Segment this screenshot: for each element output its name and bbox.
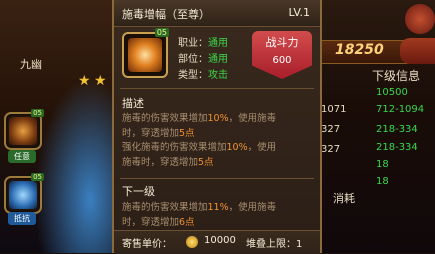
stat-value-left: 327 [321,144,341,155]
power-score: 18250 [335,42,384,58]
star-icon: ★ [78,73,91,89]
skill-slot-1[interactable]: 05 [4,109,44,150]
skill-slot-label: 抵抗 [8,212,36,225]
skill-level: LV.1 [288,6,310,19]
desc-text: 施毒的伤害效果增加 [122,113,208,124]
skill-level-badge: 05 [31,173,44,181]
attr-value: 通用 [208,38,228,49]
skill-icon-large: 05 [122,28,169,78]
skill-tooltip: 施毒增幅（至尊） LV.1 05 职业：通用 部位：通用 类型：攻击 战斗力 6… [112,0,322,254]
corner-decoration [405,4,435,34]
attr-type: 类型：攻击 [178,66,228,81]
poison-skill-icon [128,38,162,72]
price-label: 寄售单价： [122,239,172,250]
desc-text: 强化施毒的伤害效果增加 [122,142,227,153]
next-stat-value: 218-334 [376,142,418,153]
combat-power-label: 战斗力 [265,36,299,49]
next-level-text: 施毒的伤害效果增加11%，使用施毒 时，穿透增加6点 [122,201,318,230]
attr-label: 类型： [178,70,208,81]
attr-part: 部位：通用 [178,50,228,65]
hero-name: 九幽 [20,58,42,71]
combat-power-value: 600 [272,55,292,66]
attr-label: 部位： [178,54,208,65]
stack-limit: 堆叠上限：1 [246,239,303,250]
skill-slot-label: 任意 [8,150,36,163]
divider [120,88,314,89]
skill-icon [9,117,37,145]
attr-label: 职业： [178,38,208,49]
description-text: 施毒的伤害效果增加10%，使用施毒 时，穿透增加5点 强化施毒的伤害效果增加10… [122,112,318,170]
desc-text: 施毒时，穿透增加 [122,156,199,168]
next-level-title: 下一级 [122,185,155,198]
attr-value: 通用 [208,54,228,65]
attr-profession: 职业：通用 [178,34,228,49]
desc-text: ，使用施毒 [228,202,277,213]
star-icon: ★ [94,73,107,89]
stat-value-left: 327 [321,124,341,135]
skill-icon [9,181,37,209]
desc-highlight: 5点 [179,127,195,139]
skill-level-badge: 05 [154,28,169,37]
desc-highlight: 11% [207,202,229,213]
consume-label: 消耗 [333,192,355,205]
price-value: 10000 [204,235,236,246]
desc-highlight: 5点 [198,156,214,168]
desc-text: 时，穿透增加 [122,127,180,139]
desc-text: 施毒的伤害效果增加 [122,202,208,213]
description-title: 描述 [122,97,144,110]
desc-highlight: 10% [207,113,229,124]
corner-tab[interactable] [400,38,435,64]
next-stat-value: 10500 [376,87,408,98]
attr-value: 攻击 [208,70,228,81]
next-stat-value: 18 [376,176,389,187]
desc-text: 时，穿透增加 [122,216,180,228]
skill-level-badge: 05 [31,109,44,117]
next-stat-value: 218-334 [376,124,418,135]
lower-level-title: 下级信息 [372,69,421,83]
gold-coin-icon [186,236,198,248]
divider [120,178,314,179]
desc-highlight: 10% [226,142,248,153]
skill-slot-2[interactable]: 05 [4,173,44,214]
desc-text: ，使用 [247,142,277,153]
next-stat-value: 18 [376,159,389,170]
next-stat-value: 712-1094 [376,104,425,115]
desc-highlight: 6点 [179,216,195,228]
stat-value-left: 1071 [321,104,347,115]
desc-text: ，使用施毒 [228,113,277,124]
skill-title: 施毒增幅（至尊） [122,8,210,21]
